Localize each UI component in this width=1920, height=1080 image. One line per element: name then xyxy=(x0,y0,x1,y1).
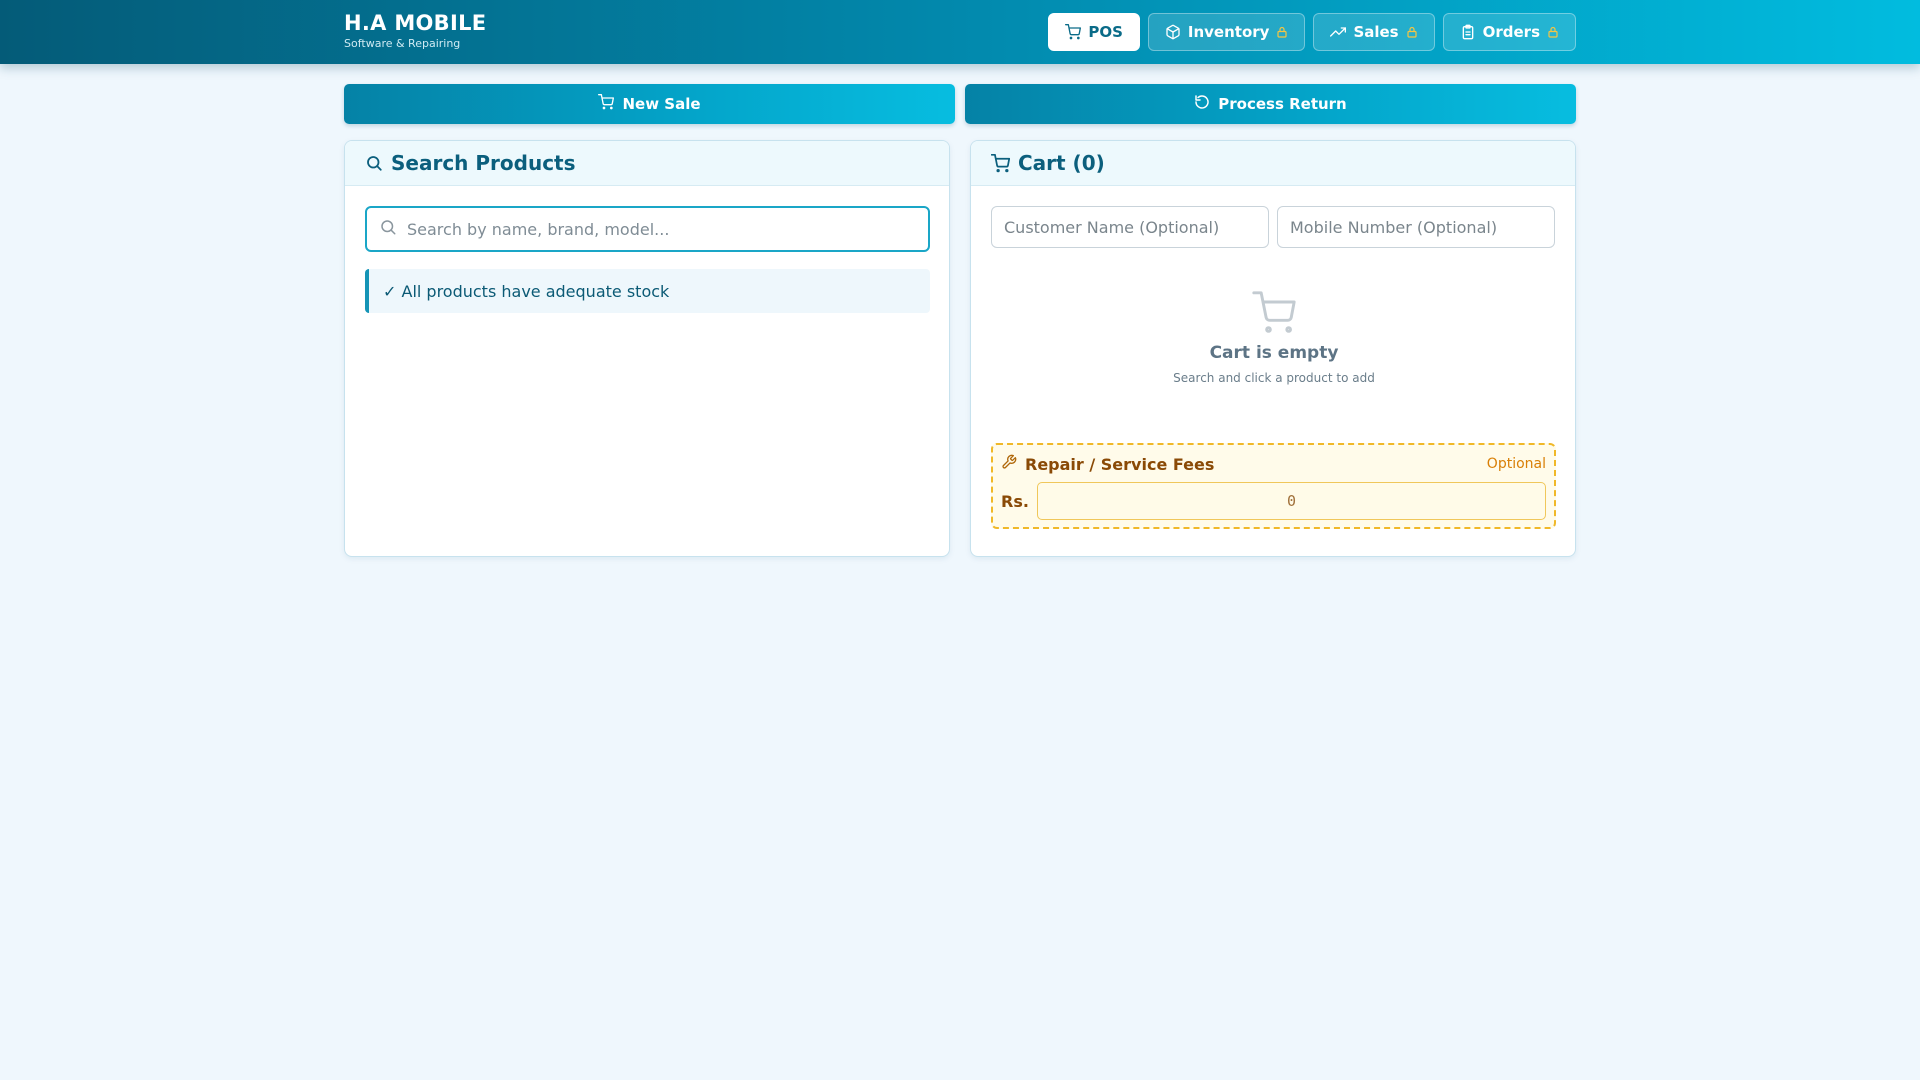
product-search-input[interactable] xyxy=(407,219,928,239)
app-header: H.A MOBILE Software & Repairing POS Inve… xyxy=(0,0,1920,64)
process-return-button[interactable]: Process Return xyxy=(965,84,1576,124)
service-fees-header: Repair / Service Fees Optional xyxy=(1001,454,1546,474)
nav-orders-button[interactable]: Orders xyxy=(1442,13,1576,51)
nav-inventory-label: Inventory xyxy=(1187,23,1270,41)
mobile-number-input[interactable] xyxy=(1277,206,1555,248)
brand-title: H.A MOBILE xyxy=(344,11,487,35)
brand: H.A MOBILE Software & Repairing xyxy=(344,10,486,51)
lock-icon xyxy=(1547,26,1559,38)
search-box[interactable] xyxy=(365,206,930,252)
search-panel-title: Search Products xyxy=(391,151,576,175)
box-icon xyxy=(1165,24,1181,40)
new-sale-button[interactable]: New Sale xyxy=(344,84,955,124)
cart-icon xyxy=(598,94,615,114)
cart-panel-header: Cart (0) xyxy=(971,141,1575,186)
cart-icon xyxy=(1065,24,1082,40)
empty-cart-state: Cart is empty Search and click a product… xyxy=(971,291,1575,385)
cart-panel-title: Cart (0) xyxy=(1018,151,1105,175)
clipboard-icon xyxy=(1460,24,1476,40)
lock-icon xyxy=(1406,26,1418,38)
cart-icon xyxy=(971,291,1575,335)
nav-sales-label: Sales xyxy=(1353,23,1399,41)
service-fees-title: Repair / Service Fees xyxy=(1025,454,1215,474)
nav-pos-label: POS xyxy=(1088,23,1123,41)
currency-label: Rs. xyxy=(1001,491,1029,511)
optional-badge: Optional xyxy=(1486,456,1546,472)
lock-icon xyxy=(1276,26,1288,38)
customer-name-input[interactable] xyxy=(991,206,1269,248)
empty-cart-hint: Search and click a product to add xyxy=(1173,371,1375,385)
cart-panel: Cart (0) Cart is empty Search and click … xyxy=(970,140,1576,557)
search-products-panel: Search Products ✓ All products have adeq… xyxy=(344,140,950,557)
search-panel-header: Search Products xyxy=(345,141,949,186)
cart-icon xyxy=(991,153,1010,173)
service-fees-box: Repair / Service Fees Optional Rs. xyxy=(991,443,1556,529)
nav-orders-label: Orders xyxy=(1482,23,1540,41)
search-icon xyxy=(379,218,397,240)
process-return-label: Process Return xyxy=(1218,95,1347,113)
nav-inventory-button[interactable]: Inventory xyxy=(1147,13,1306,51)
service-fees-row: Rs. xyxy=(1001,482,1546,520)
stock-status-message: ✓ All products have adequate stock xyxy=(365,269,930,313)
rotate-ccw-icon xyxy=(1194,94,1210,114)
search-icon xyxy=(365,154,383,172)
trend-up-icon xyxy=(1330,24,1347,40)
empty-cart-title: Cart is empty xyxy=(1209,343,1339,363)
brand-subtitle: Software & Repairing xyxy=(344,37,461,50)
new-sale-label: New Sale xyxy=(622,95,701,113)
service-fee-input[interactable] xyxy=(1036,482,1546,520)
main-nav: POS Inventory Sales Orders xyxy=(1048,13,1576,51)
nav-sales-button[interactable]: Sales xyxy=(1313,13,1435,51)
wrench-icon xyxy=(1001,454,1017,474)
nav-pos-button[interactable]: POS xyxy=(1048,13,1140,51)
